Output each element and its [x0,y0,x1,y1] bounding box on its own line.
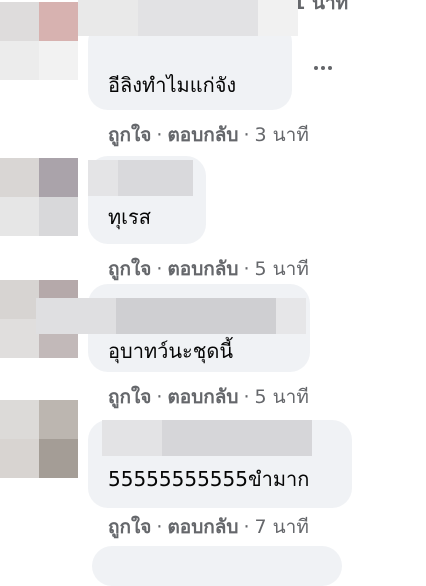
separator: · [156,124,163,146]
separator: · [243,516,250,538]
separator: · [243,258,250,280]
timestamp-3[interactable]: 5 นาที [255,386,309,408]
commenter-name-redacted-3[interactable] [36,298,306,334]
like-button-3[interactable]: ถูกใจ [108,386,151,408]
reply-button-3[interactable]: ตอบกลับ [167,386,238,408]
timestamp-1[interactable]: 3 นาที [255,124,309,146]
reply-button-1[interactable]: ตอบกลับ [167,124,238,146]
comment-bubble-5-partial [92,546,342,586]
more-options-icon[interactable] [309,58,337,78]
commenter-name-redacted-4[interactable] [102,420,312,456]
comment-meta-1: ถูกใจ · ตอบกลับ · 3 นาที [108,120,309,150]
comment-bubble-2: ทุเรส [88,156,206,244]
timestamp-4[interactable]: 7 นาที [255,516,309,538]
avatar-2[interactable] [0,158,78,236]
comment-bubble-4: 55555555555ขำมาก [88,420,352,508]
separator: · [156,386,163,408]
reply-button-4[interactable]: ตอบกลับ [167,516,238,538]
like-button-1[interactable]: ถูกใจ [108,124,151,146]
comment-text-3: อุบาทว์นะชุดนี้ [108,339,233,363]
avatar-1[interactable] [0,2,78,80]
separator: · [156,516,163,538]
comment-bubble-3: อุบาทว์นะชุดนี้ [36,284,310,372]
separator: · [243,124,250,146]
timestamp-2[interactable]: 5 นาที [255,258,309,280]
avatar-4[interactable] [0,400,78,478]
comment-bubble-1: อีลิงทำไมแก่จัง [78,0,298,110]
comment-meta-2: ถูกใจ · ตอบกลับ · 5 นาที [108,254,309,284]
commenter-name-redacted-2[interactable] [88,160,193,196]
like-button-4[interactable]: ถูกใจ [108,516,151,538]
separator: · [243,386,250,408]
commenter-name-redacted-1[interactable] [78,0,298,36]
comment-text-1: อีลิงทำไมแก่จัง [108,73,237,97]
comment-meta-3: ถูกใจ · ตอบกลับ · 5 นาที [108,382,309,412]
separator: · [156,258,163,280]
reply-button-2[interactable]: ตอบกลับ [167,258,238,280]
comment-text-2: ทุเรส [108,205,151,229]
like-button-2[interactable]: ถูกใจ [108,258,151,280]
comment-meta-4: ถูกใจ · ตอบกลับ · 7 นาที [108,512,309,542]
comment-text-4: 55555555555ขำมาก [108,467,310,491]
